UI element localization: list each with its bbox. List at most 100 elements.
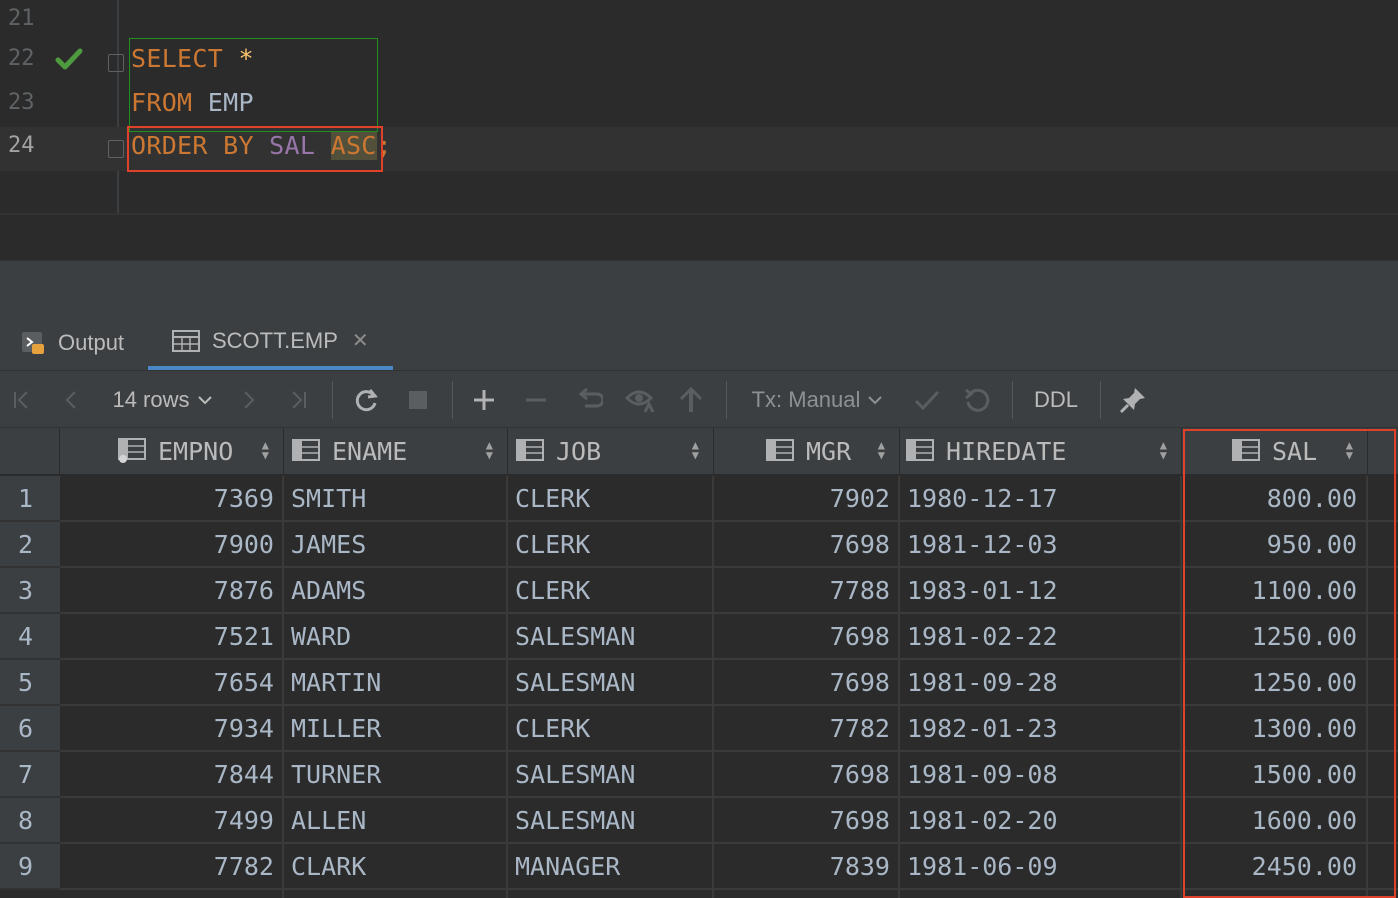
delete-row-icon[interactable] (522, 371, 550, 429)
sort-toggle-icon[interactable]: ▲ ▼ (692, 439, 699, 461)
commit-icon[interactable] (910, 371, 944, 429)
row-number[interactable]: 7 (0, 752, 60, 798)
statement-highlight-box (129, 38, 378, 132)
add-row-icon[interactable] (470, 371, 498, 429)
prev-page-icon[interactable] (58, 371, 86, 429)
sort-toggle-icon[interactable]: ▲ ▼ (1160, 439, 1167, 461)
ddl-button[interactable]: DDL (1026, 371, 1086, 429)
cell-empno[interactable]: 7934 (60, 706, 274, 752)
revert-icon[interactable] (574, 371, 604, 429)
cell-mgr[interactable]: 7698 (714, 752, 890, 798)
stop-icon[interactable] (404, 371, 432, 429)
cell-job[interactable]: CLERK (515, 522, 705, 568)
column-header-hiredate[interactable]: HIREDATE ▲ ▼ (900, 428, 1182, 476)
cell-job[interactable]: SALESMAN (515, 614, 705, 660)
cell-job[interactable]: CLERK (515, 476, 705, 522)
row-number[interactable]: 4 (0, 614, 60, 660)
column-header-label: MGR (806, 436, 852, 466)
cell-empno[interactable]: 7876 (60, 568, 274, 614)
panel-splitter[interactable] (0, 215, 1398, 260)
close-tab-icon[interactable]: ✕ (352, 328, 369, 353)
column-header-mgr[interactable]: MGR ▲ ▼ (714, 428, 900, 476)
cell-ename[interactable]: ALLEN (291, 798, 501, 844)
cell-hiredate[interactable]: 1981-09-28 (907, 660, 1177, 706)
preview-changes-icon[interactable] (624, 371, 658, 429)
sql-editor[interactable]: 21 22 SELECT * 23 FROM EMP 24 ORDER BY S… (0, 0, 1398, 215)
cell-empno[interactable]: 7782 (60, 844, 274, 890)
cell-hiredate[interactable]: 1981-09-08 (907, 752, 1177, 798)
cell-ename[interactable]: CLARK (291, 844, 501, 890)
row-number[interactable]: 8 (0, 798, 60, 844)
cell-ename[interactable]: SMITH (291, 476, 501, 522)
cell-ename[interactable]: ADAMS (291, 568, 501, 614)
cell-ename[interactable]: MARTIN (291, 660, 501, 706)
row-number[interactable]: 5 (0, 660, 60, 706)
cell-mgr[interactable]: 7788 (714, 568, 890, 614)
cell-mgr[interactable]: 7698 (714, 798, 890, 844)
cell-job[interactable]: CLERK (515, 706, 705, 752)
line-number: 24 (8, 133, 35, 158)
column-icon (292, 439, 322, 463)
cell-ename[interactable]: WARD (291, 614, 501, 660)
cell-empno[interactable]: 7521 (60, 614, 274, 660)
cell-mgr[interactable]: 7698 (714, 614, 890, 660)
row-number[interactable]: 1 (0, 476, 60, 522)
row-number[interactable]: 9 (0, 844, 60, 890)
cell-job[interactable]: SALESMAN (515, 798, 705, 844)
cell-job[interactable]: SALESMAN (515, 660, 705, 706)
grid-corner[interactable] (0, 428, 60, 476)
rows-count-dropdown[interactable]: 14 rows (108, 371, 218, 429)
row-number[interactable]: 2 (0, 522, 60, 568)
row-number[interactable]: 3 (0, 568, 60, 614)
cell-job[interactable]: CLERK (515, 568, 705, 614)
sort-toggle-icon[interactable]: ▲ ▼ (262, 439, 269, 461)
cell-hiredate[interactable]: 1981-12-03 (907, 522, 1177, 568)
cell-empno[interactable]: 7499 (60, 798, 274, 844)
cell-empno[interactable]: 7654 (60, 660, 274, 706)
fold-start-icon[interactable] (108, 54, 124, 72)
cell-hiredate[interactable]: 1981-06-09 (907, 844, 1177, 890)
last-page-icon[interactable] (284, 371, 312, 429)
tab-label: SCOTT.EMP (212, 327, 338, 353)
sort-toggle-icon[interactable]: ▲ ▼ (878, 439, 885, 461)
line-number: 22 (8, 46, 35, 71)
first-page-icon[interactable] (8, 371, 36, 429)
sort-toggle-icon[interactable]: ▲ ▼ (486, 439, 493, 461)
cell-mgr[interactable]: 7698 (714, 522, 890, 568)
line-number: 21 (8, 6, 35, 31)
ddl-label: DDL (1033, 387, 1078, 412)
next-page-icon[interactable] (234, 371, 262, 429)
column-header-empno[interactable]: EMPNO ▲ ▼ (60, 428, 284, 476)
cell-ename[interactable]: JAMES (291, 522, 501, 568)
column-divider (898, 476, 900, 898)
transaction-mode-dropdown[interactable]: Tx: Manual (748, 371, 888, 429)
cell-hiredate[interactable]: 1981-02-22 (907, 614, 1177, 660)
cell-ename[interactable]: MILLER (291, 706, 501, 752)
cell-mgr[interactable]: 7782 (714, 706, 890, 752)
fold-end-icon[interactable] (108, 140, 124, 158)
tab-output[interactable]: Output (20, 315, 124, 370)
cell-empno[interactable]: 7900 (60, 522, 274, 568)
reload-icon[interactable] (350, 371, 382, 429)
rollback-icon[interactable] (960, 371, 994, 429)
cell-hiredate[interactable]: 1982-01-23 (907, 706, 1177, 752)
column-icon (906, 439, 936, 463)
cell-ename[interactable]: TURNER (291, 752, 501, 798)
cell-mgr[interactable]: 7902 (714, 476, 890, 522)
cell-hiredate[interactable]: 1980-12-17 (907, 476, 1177, 522)
cell-hiredate[interactable]: 1983-01-12 (907, 568, 1177, 614)
cell-job[interactable]: MANAGER (515, 844, 705, 890)
cell-empno[interactable]: 7844 (60, 752, 274, 798)
pin-icon[interactable] (1116, 371, 1150, 429)
tab-scott-emp[interactable]: SCOTT.EMP ✕ (148, 315, 393, 370)
column-header-job[interactable]: JOB ▲ ▼ (508, 428, 714, 476)
cell-empno[interactable]: 7369 (60, 476, 274, 522)
cell-mgr[interactable]: 7698 (714, 660, 890, 706)
column-header-ename[interactable]: ENAME ▲ ▼ (284, 428, 508, 476)
submit-icon[interactable] (676, 371, 706, 429)
cell-hiredate[interactable]: 1981-02-20 (907, 798, 1177, 844)
tx-mode-label: Tx: Manual (751, 387, 861, 412)
cell-mgr[interactable]: 7839 (714, 844, 890, 890)
row-number[interactable]: 6 (0, 706, 60, 752)
cell-job[interactable]: SALESMAN (515, 752, 705, 798)
